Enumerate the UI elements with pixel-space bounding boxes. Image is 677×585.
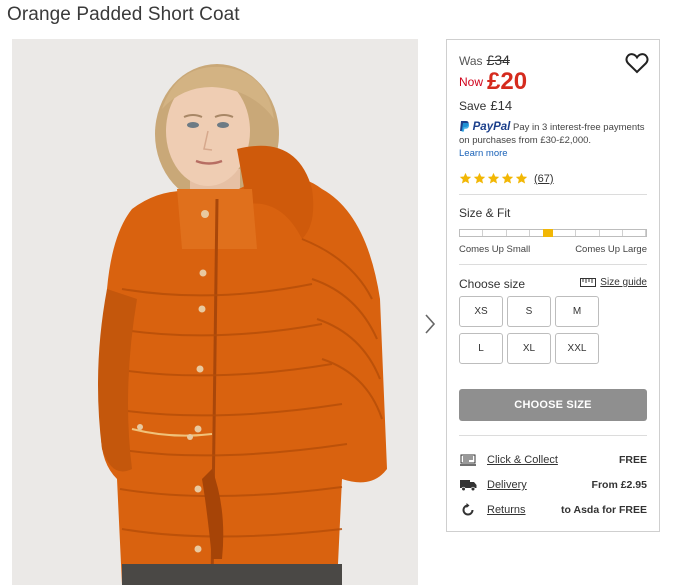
returns-link[interactable]: Returns	[487, 504, 561, 516]
paypal-learn-more-link[interactable]: Learn more	[459, 148, 508, 159]
returns-icon	[459, 503, 477, 517]
choose-size-button[interactable]: CHOOSE SIZE	[459, 389, 647, 421]
save-value: £14	[490, 98, 513, 113]
size-fit-scale	[459, 229, 647, 237]
review-count-link[interactable]: (67)	[534, 173, 554, 185]
size-option-xxl[interactable]: XXL	[555, 333, 599, 364]
now-value: £20	[487, 68, 528, 95]
wishlist-button[interactable]	[625, 52, 649, 74]
fit-left-label: Comes Up Small	[459, 244, 531, 255]
product-title: Orange Padded Short Coat	[7, 4, 240, 25]
paypal-logo: PayPal	[472, 121, 511, 133]
returns-value: to Asda for FREE	[561, 504, 647, 516]
click-collect-value: FREE	[618, 454, 647, 466]
delivery-row-returns: Returns to Asda for FREE	[459, 502, 647, 518]
rating: (67)	[459, 172, 554, 185]
save-amount: Save £14	[459, 98, 512, 113]
star-icon	[515, 172, 528, 184]
size-fit-marker	[543, 229, 553, 237]
star-icon	[487, 172, 500, 184]
divider	[459, 264, 647, 265]
divider	[459, 435, 647, 436]
choose-size-label: Choose size	[459, 277, 526, 291]
size-option-m[interactable]: M	[555, 296, 599, 327]
delivery-row-click-collect: Click & Collect FREE	[459, 452, 647, 468]
ruler-icon	[580, 278, 597, 287]
next-image-button[interactable]	[422, 312, 438, 336]
delivery-value: From £2.95	[591, 479, 647, 491]
save-label: Save	[459, 99, 487, 113]
size-option-s[interactable]: S	[507, 296, 551, 327]
now-price: Now £20	[459, 68, 527, 96]
click-collect-icon	[459, 453, 477, 467]
fit-right-label: Comes Up Large	[575, 244, 647, 255]
now-label: Now	[459, 75, 484, 89]
product-image[interactable]	[12, 39, 418, 585]
divider	[459, 194, 647, 195]
purchase-panel: Was £34 Now £20 Save £14 PayPal Pay in 3 in…	[446, 39, 660, 532]
size-fit-ends: Comes Up Small Comes Up Large	[459, 244, 647, 255]
delivery-row-delivery: Delivery From £2.95	[459, 477, 647, 493]
heart-icon	[625, 53, 649, 74]
paypal-message: PayPal Pay in 3 interest-free payments o…	[459, 120, 655, 160]
size-option-xs[interactable]: XS	[459, 296, 503, 327]
size-fit-label: Size & Fit	[459, 206, 511, 220]
star-icon	[459, 172, 472, 184]
delivery-link[interactable]: Delivery	[487, 479, 592, 491]
star-icon	[501, 172, 514, 184]
size-option-xl[interactable]: XL	[507, 333, 551, 364]
was-price: Was £34	[459, 52, 510, 68]
size-option-l[interactable]: L	[459, 333, 503, 364]
was-value: £34	[486, 52, 510, 68]
star-icon	[473, 172, 486, 184]
click-collect-link[interactable]: Click & Collect	[487, 454, 619, 466]
chevron-right-icon	[425, 314, 436, 334]
star-rating	[459, 172, 529, 185]
was-label: Was	[459, 54, 483, 68]
size-guide-link[interactable]: Size guide	[580, 277, 647, 288]
size-guide-label: Size guide	[600, 277, 647, 288]
paypal-icon	[459, 121, 473, 133]
delivery-truck-icon	[459, 478, 477, 492]
